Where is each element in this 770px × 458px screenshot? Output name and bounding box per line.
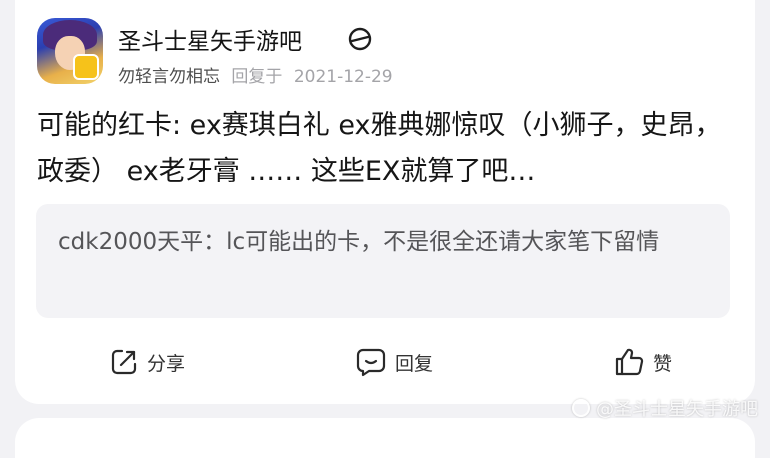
forum-name[interactable]: 圣斗士星矢手游吧: [118, 22, 302, 56]
post-card[interactable]: 圣斗士星矢手游吧 勿轻言勿相忘 回复于 2021-12-29 可能的红卡: ex…: [15, 0, 755, 404]
quoted-reply[interactable]: cdk2000天平：lc可能出的卡，不是很全还请大家笔下留情: [36, 204, 730, 318]
forum-badge-icon: [348, 27, 372, 51]
share-button[interactable]: 分享: [109, 340, 185, 384]
action-bar: 分享 回复 赞: [15, 340, 755, 384]
post-meta: 勿轻言勿相忘 回复于 2021-12-29: [118, 62, 393, 87]
thumbs-up-icon: [615, 348, 644, 376]
avatar-badge: [73, 54, 99, 80]
next-post-card: [15, 418, 755, 458]
share-label: 分享: [147, 352, 186, 375]
reply-button[interactable]: 回复: [355, 340, 433, 384]
reply-label: 回复: [395, 352, 434, 375]
author-name[interactable]: 勿轻言勿相忘: [118, 67, 220, 87]
like-button[interactable]: 赞: [613, 340, 672, 384]
reply-action-text: 回复于: [231, 67, 283, 87]
watermark: @圣斗士星矢手游吧: [572, 395, 758, 421]
watermark-text: @圣斗士星矢手游吧: [596, 399, 758, 420]
post-content[interactable]: 可能的红卡: ex赛琪白礼 ex雅典娜惊叹（小狮子，史昂，政委） ex老牙膏 ……: [37, 103, 737, 195]
quoted-reply-text: cdk2000天平：lc可能出的卡，不是很全还请大家笔下留情: [58, 229, 660, 255]
post-date: 2021-12-29: [293, 67, 393, 87]
comment-icon: [356, 348, 386, 377]
share-icon: [111, 349, 137, 375]
like-label: 赞: [653, 352, 673, 375]
watermark-logo-icon: [572, 399, 590, 417]
forum-avatar[interactable]: [37, 18, 103, 84]
